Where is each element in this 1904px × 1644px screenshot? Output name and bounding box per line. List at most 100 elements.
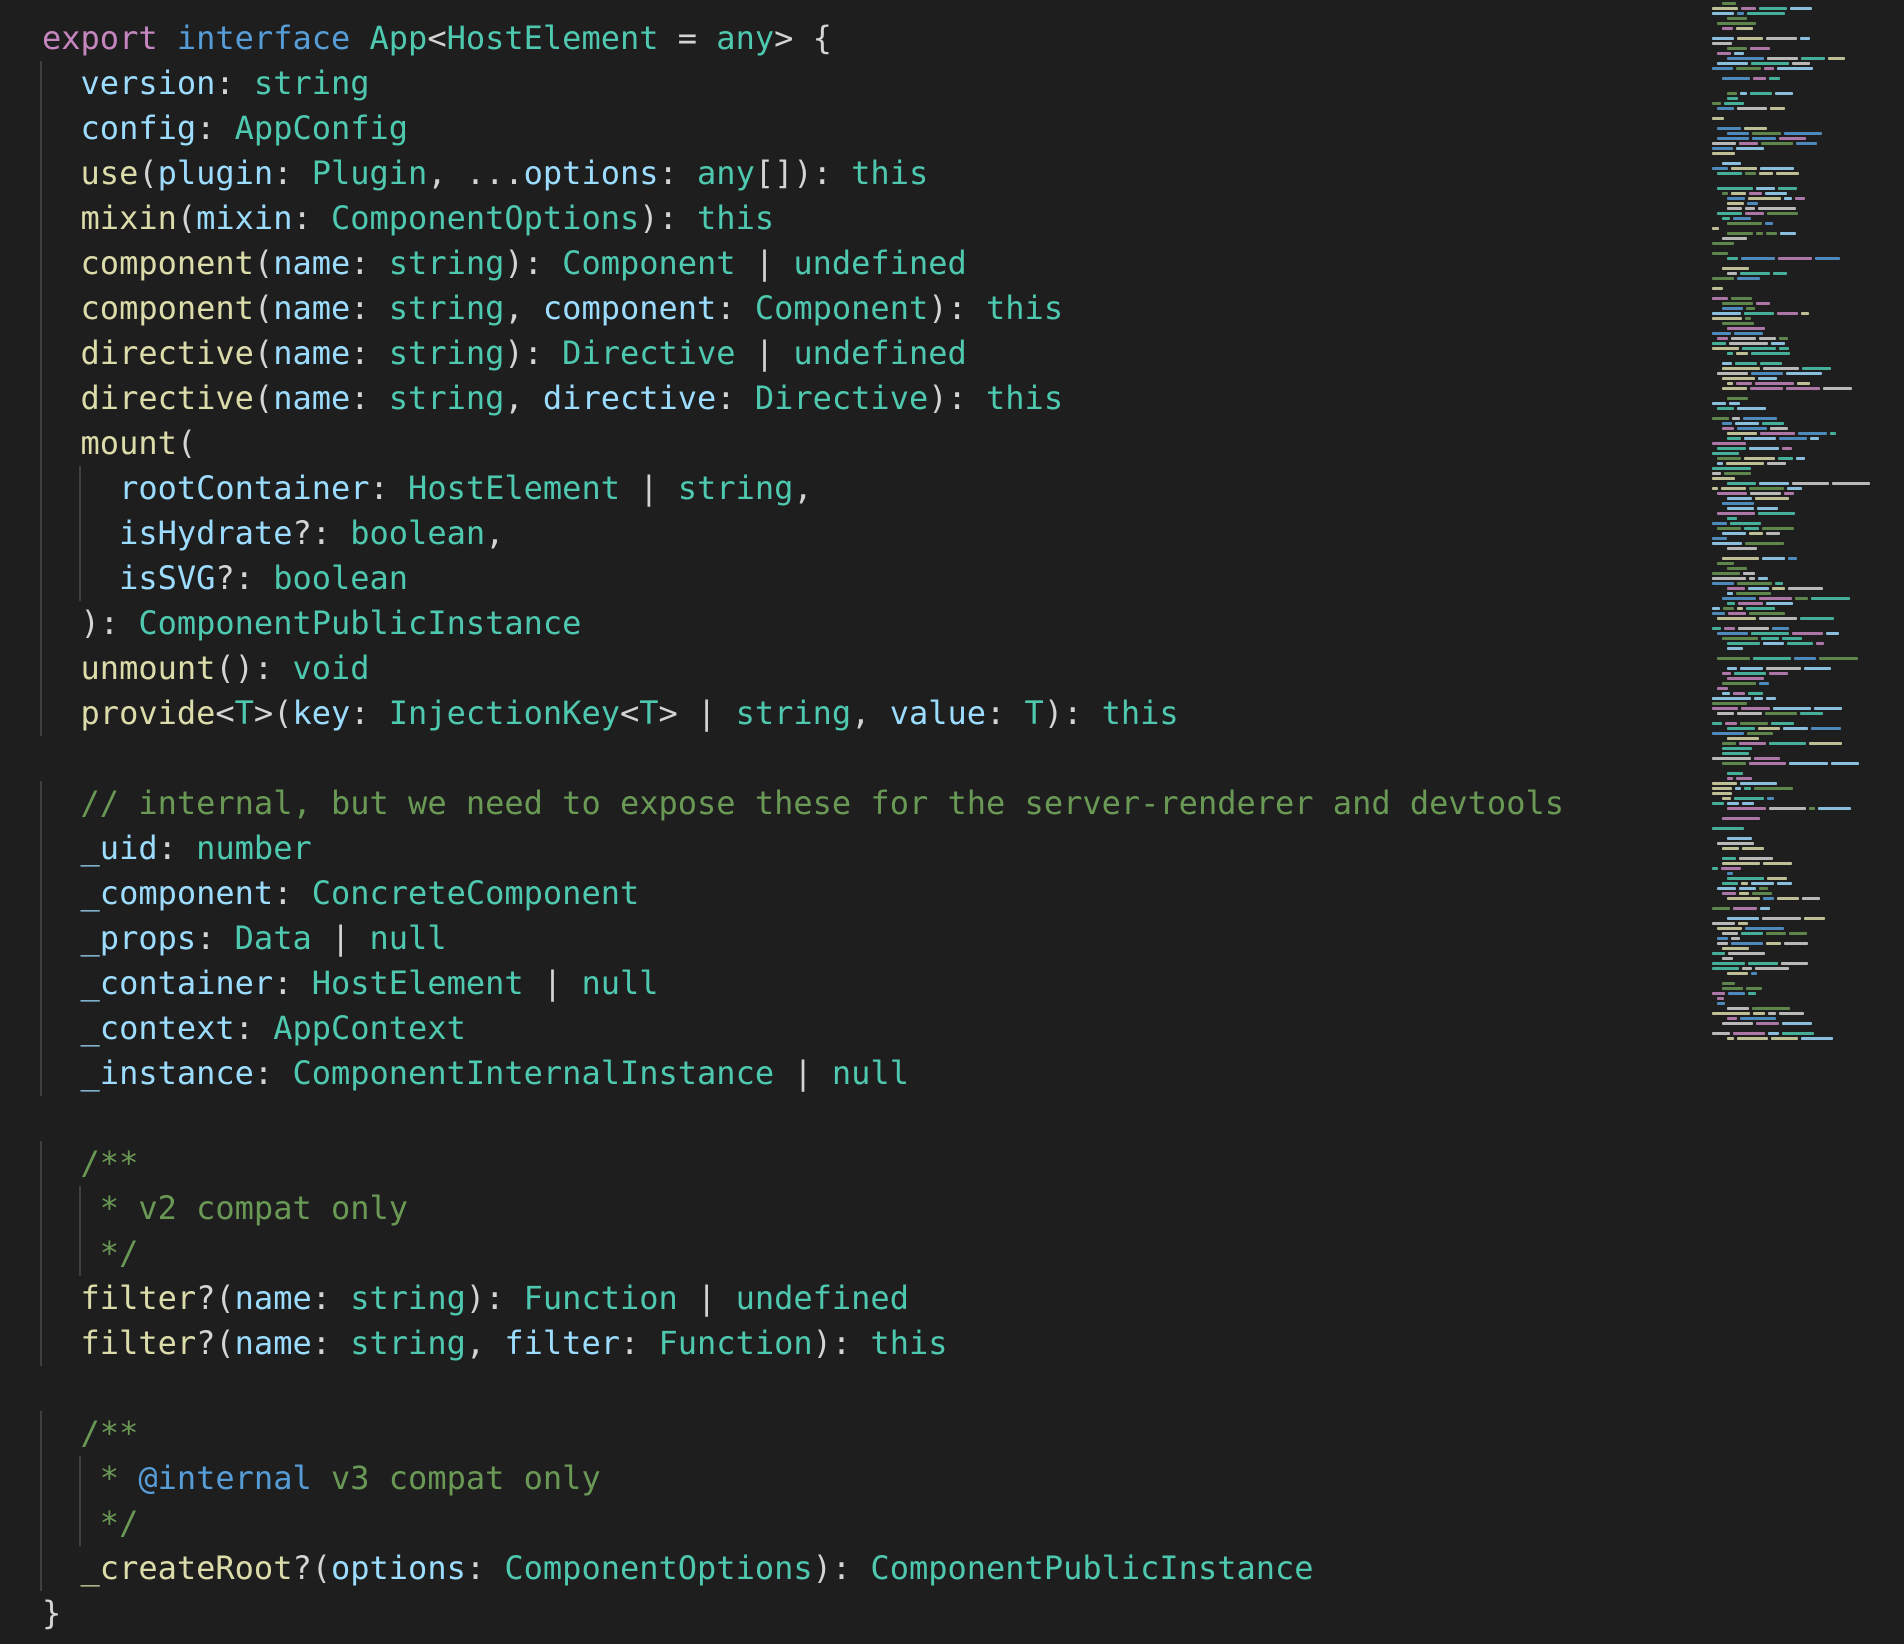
code-line[interactable]: /** bbox=[40, 1141, 1682, 1186]
indent-guide bbox=[40, 916, 42, 961]
code-line[interactable]: mixin(mixin: ComponentOptions): this bbox=[40, 196, 1682, 241]
code-area[interactable]: export interface App<HostElement = any> … bbox=[40, 16, 1682, 1636]
indent-guide bbox=[40, 1411, 42, 1456]
code-line[interactable]: provide<T>(key: InjectionKey<T> | string… bbox=[40, 691, 1682, 736]
code-token: boolean bbox=[350, 514, 486, 552]
code-line[interactable]: isHydrate?: boolean, bbox=[40, 511, 1682, 556]
code-line[interactable]: _uid: number bbox=[40, 826, 1682, 871]
code-token: _instance bbox=[80, 1054, 254, 1092]
code-token: Data bbox=[234, 919, 312, 957]
indent-guide bbox=[78, 1456, 81, 1501]
code-line[interactable]: } bbox=[42, 1591, 1682, 1636]
minimap-line bbox=[1796, 457, 1805, 460]
minimap-line bbox=[1727, 92, 1737, 95]
minimap-line bbox=[1750, 492, 1781, 495]
minimap-line bbox=[1809, 807, 1815, 810]
code-token: ( bbox=[253, 379, 274, 417]
code-token: < bbox=[427, 19, 447, 57]
minimap-line bbox=[1742, 347, 1776, 350]
code-line[interactable]: config: AppConfig bbox=[40, 106, 1682, 151]
code-token: ): bbox=[504, 244, 563, 282]
code-line[interactable]: _component: ConcreteComponent bbox=[40, 871, 1682, 916]
code-line[interactable]: use(plugin: Plugin, ...options: any[]): … bbox=[40, 151, 1682, 196]
code-line[interactable]: filter?(name: string): Function | undefi… bbox=[40, 1276, 1682, 1321]
minimap-line bbox=[1728, 612, 1746, 615]
minimap-line bbox=[1747, 12, 1785, 15]
code-token: undefined bbox=[735, 1279, 909, 1317]
code-token: this bbox=[851, 154, 929, 192]
minimap-line bbox=[1767, 212, 1798, 215]
code-token: use bbox=[80, 154, 139, 192]
minimap-line bbox=[1761, 142, 1793, 145]
code-line[interactable]: isSVG?: boolean bbox=[40, 556, 1682, 601]
code-line[interactable]: _props: Data | null bbox=[40, 916, 1682, 961]
indent-guide bbox=[40, 286, 42, 331]
minimap-line bbox=[1749, 762, 1786, 765]
minimap-line bbox=[1717, 492, 1747, 495]
indent-guide bbox=[40, 241, 42, 286]
code-line[interactable]: */ bbox=[40, 1231, 1682, 1276]
code-line[interactable]: rootContainer: HostElement | string, bbox=[40, 466, 1682, 511]
code-editor[interactable]: export interface App<HostElement = any> … bbox=[0, 0, 1904, 1644]
code-token: mount bbox=[80, 424, 177, 462]
code-line[interactable]: export interface App<HostElement = any> … bbox=[42, 16, 1682, 61]
minimap-line bbox=[1717, 372, 1748, 375]
code-line[interactable]: _context: AppContext bbox=[40, 1006, 1682, 1051]
code-line[interactable] bbox=[42, 1096, 1682, 1141]
indent-guide bbox=[78, 1231, 81, 1276]
code-line[interactable]: filter?(name: string, filter: Function):… bbox=[40, 1321, 1682, 1366]
code-line[interactable]: ): ComponentPublicInstance bbox=[40, 601, 1682, 646]
minimap-line bbox=[1771, 722, 1794, 725]
code-token: ( bbox=[253, 334, 274, 372]
code-token: name bbox=[273, 379, 351, 417]
code-line[interactable]: /** bbox=[40, 1411, 1682, 1456]
code-line[interactable]: unmount(): void bbox=[40, 646, 1682, 691]
minimap-line bbox=[1721, 867, 1741, 870]
minimap-line bbox=[1742, 802, 1754, 805]
code-line[interactable]: directive(name: string, directive: Direc… bbox=[40, 376, 1682, 421]
minimap-line bbox=[1772, 587, 1785, 590]
code-token: ?( bbox=[196, 1324, 235, 1362]
minimap-line bbox=[1717, 107, 1734, 110]
minimap-line bbox=[1722, 377, 1755, 380]
minimap-line bbox=[1722, 747, 1752, 750]
code-line[interactable]: _container: HostElement | null bbox=[40, 961, 1682, 1006]
minimap[interactable] bbox=[1708, 0, 1904, 1050]
code-line[interactable] bbox=[42, 1366, 1682, 1411]
code-token: isHydrate bbox=[119, 514, 293, 552]
minimap-line bbox=[1722, 162, 1741, 165]
minimap-line bbox=[1737, 582, 1772, 585]
code-line[interactable]: component(name: string, component: Compo… bbox=[40, 286, 1682, 331]
minimap-line bbox=[1712, 607, 1720, 610]
code-line[interactable]: */ bbox=[40, 1501, 1682, 1546]
code-line[interactable]: directive(name: string): Directive | und… bbox=[40, 331, 1682, 376]
minimap-line bbox=[1727, 1007, 1749, 1010]
minimap-line bbox=[1736, 592, 1771, 595]
minimap-line bbox=[1756, 1022, 1779, 1025]
minimap-line bbox=[1727, 727, 1755, 730]
code-line[interactable]: // internal, but we need to expose these… bbox=[40, 781, 1682, 826]
minimap-line bbox=[1722, 1022, 1753, 1025]
minimap-line bbox=[1712, 802, 1724, 805]
minimap-line bbox=[1736, 382, 1752, 385]
minimap-line bbox=[1712, 907, 1730, 910]
minimap-line bbox=[1749, 532, 1763, 535]
minimap-line bbox=[1760, 432, 1795, 435]
code-line[interactable] bbox=[42, 736, 1682, 781]
code-line[interactable]: * @internal v3 compat only bbox=[40, 1456, 1682, 1501]
code-line[interactable]: component(name: string): Component | und… bbox=[40, 241, 1682, 286]
code-line[interactable]: version: string bbox=[40, 61, 1682, 106]
code-line[interactable]: * v2 compat only bbox=[40, 1186, 1682, 1231]
minimap-line bbox=[1712, 782, 1737, 785]
minimap-line bbox=[1712, 577, 1746, 580]
minimap-line bbox=[1717, 127, 1741, 130]
minimap-line bbox=[1722, 387, 1747, 390]
code-token: : bbox=[986, 694, 1025, 732]
code-token: T bbox=[234, 694, 254, 732]
code-line[interactable]: mount( bbox=[40, 421, 1682, 466]
minimap-line bbox=[1744, 127, 1767, 130]
code-line[interactable]: _createRoot?(options: ComponentOptions):… bbox=[40, 1546, 1682, 1591]
code-token: mixin bbox=[80, 199, 177, 237]
code-line[interactable]: _instance: ComponentInternalInstance | n… bbox=[40, 1051, 1682, 1096]
minimap-line bbox=[1781, 962, 1808, 965]
